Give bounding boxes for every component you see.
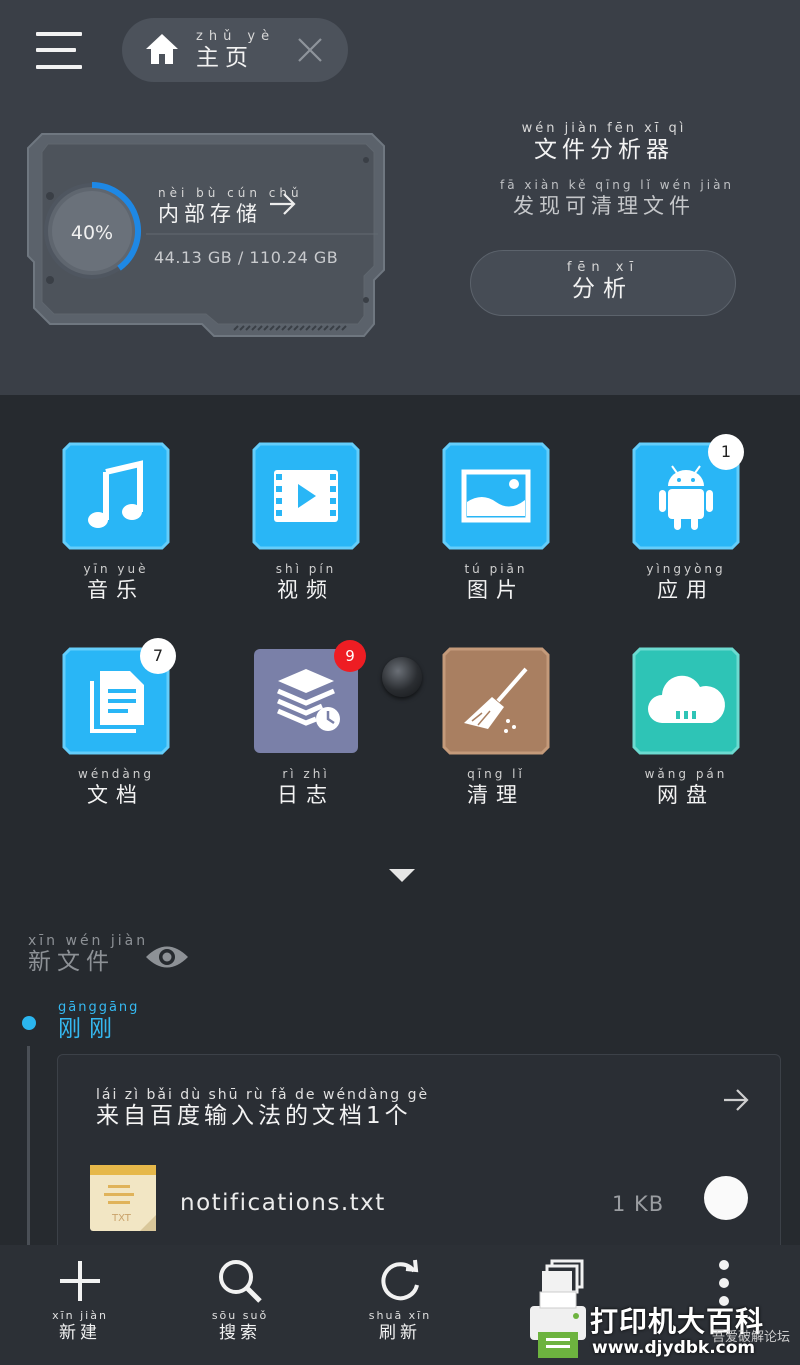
search-button[interactable]: sōu suǒ 搜索	[190, 1257, 290, 1343]
home-tab[interactable]: zhǔ yè 主页	[122, 18, 348, 82]
home-tab-label: zhǔ yè 主页	[196, 29, 276, 72]
logs-badge: 9	[334, 640, 366, 672]
txt-file-icon: TXT	[90, 1165, 156, 1231]
new-files-label: xīn wén jiàn 新文件	[28, 933, 149, 975]
refresh-icon	[381, 1259, 419, 1301]
close-icon[interactable]	[296, 36, 324, 64]
category-clean[interactable]	[442, 647, 550, 755]
menu-button[interactable]	[36, 30, 84, 72]
category-image[interactable]	[442, 442, 550, 550]
category-video-label: shì pín 视频	[275, 562, 337, 602]
storage-size: 44.13 GB / 110.24 GB	[154, 248, 339, 267]
category-video[interactable]	[252, 442, 360, 550]
eye-icon[interactable]	[144, 942, 190, 972]
arrow-right-icon[interactable]	[722, 1088, 750, 1112]
video-icon	[274, 470, 338, 522]
category-music-label: yīn yuè 音乐	[83, 562, 149, 602]
timeline-line	[27, 1046, 30, 1246]
home-icon	[146, 34, 178, 64]
refresh-button[interactable]: shuā xīn 刷新	[350, 1257, 450, 1343]
category-cloud[interactable]	[632, 647, 740, 755]
timeline-label: gānggāng 刚刚	[58, 1000, 140, 1043]
documents-badge: 7	[140, 638, 176, 674]
analyze-button[interactable]: fēn xī 分析	[470, 250, 736, 316]
file-size: 1 KB	[612, 1192, 665, 1216]
analyzer-title: wén jiàn fēn xī qì 文件分析器	[521, 121, 687, 164]
category-apps-label: yìngyòng 应用	[646, 562, 726, 602]
category-music[interactable]	[62, 442, 170, 550]
new-button[interactable]: xīn jiàn 新建	[30, 1257, 130, 1343]
watermark-url: www.djydbk.com	[592, 1338, 756, 1358]
file-group-title: lái zì bǎi dù shū rù fǎ de wéndàng gè 来自…	[96, 1087, 430, 1129]
svg-text:TXT: TXT	[111, 1213, 132, 1224]
apps-badge: 1	[708, 434, 744, 470]
category-cloud-label: wǎng pán 网盘	[644, 767, 728, 807]
file-name[interactable]: notifications.txt	[180, 1190, 386, 1216]
category-clean-label: qīng lǐ 清理	[467, 767, 525, 807]
arrow-right-icon[interactable]	[268, 192, 298, 216]
file-select-checkbox[interactable]	[704, 1176, 748, 1220]
category-documents-label: wéndàng 文档	[78, 767, 154, 807]
analyzer-subtitle: fā xiàn kě qīng lǐ wén jiàn 发现可清理文件	[500, 178, 735, 218]
category-image-label: tú piān 图片	[464, 562, 528, 602]
category-logs-label: rì zhì 日志	[277, 767, 335, 807]
search-icon	[219, 1260, 262, 1303]
storage-percent: 40%	[70, 222, 114, 244]
timeline-dot	[22, 1016, 36, 1030]
plus-icon	[60, 1261, 100, 1301]
floating-ball[interactable]	[382, 657, 422, 697]
chevron-down-icon[interactable]	[388, 866, 416, 884]
